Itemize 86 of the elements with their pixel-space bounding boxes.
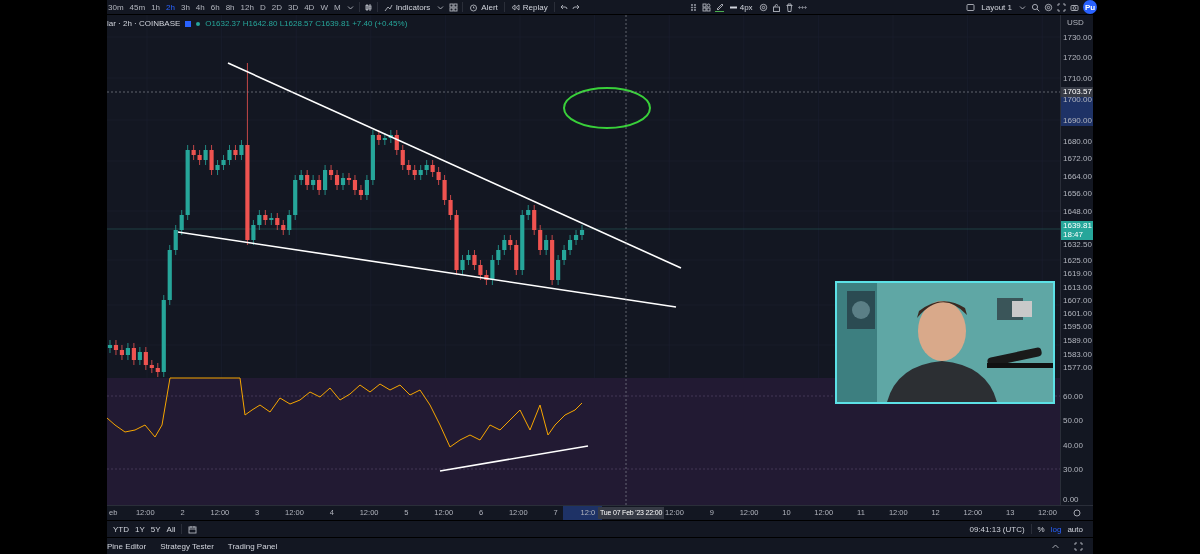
- redo-icon[interactable]: [571, 2, 581, 12]
- price-label: 1690.00: [1063, 115, 1092, 125]
- price-label: 40.00: [1063, 440, 1084, 450]
- indicators-button[interactable]: Indicators: [381, 2, 433, 12]
- interval-button[interactable]: 1h: [150, 2, 162, 12]
- interval-button[interactable]: 45m: [128, 2, 147, 12]
- status-dot-icon: [196, 21, 201, 26]
- avatar[interactable]: Pu: [1083, 0, 1097, 14]
- range-button[interactable]: YTD: [113, 524, 129, 534]
- fullscreen-icon[interactable]: [1057, 2, 1066, 12]
- interval-button[interactable]: D: [258, 2, 267, 12]
- price-label: 1583.00: [1063, 349, 1092, 359]
- panel-tab[interactable]: Strategy Tester: [160, 541, 214, 551]
- price-label: 1648.00: [1063, 206, 1092, 216]
- drag-handle-icon[interactable]: [688, 2, 698, 12]
- price-label: 1607.00: [1063, 295, 1092, 305]
- ohlc-values: O1632.37 H1642.80 L1628.57 C1639.81 +7.40 (+0.45%): [205, 19, 408, 28]
- currency-selector[interactable]: USD: [1067, 18, 1084, 27]
- trash-icon[interactable]: [784, 2, 794, 12]
- interval-button[interactable]: 4D: [303, 2, 316, 12]
- price-label: 1672.00: [1063, 153, 1092, 163]
- price-label: 60.00: [1063, 391, 1084, 401]
- line-width-button[interactable]: 4px: [727, 2, 755, 12]
- scale-mode-button[interactable]: log: [1050, 524, 1062, 534]
- interval-button[interactable]: 6h: [209, 2, 221, 12]
- interval-button[interactable]: W: [319, 2, 329, 12]
- rewind-icon: [510, 2, 520, 12]
- price-label: 1730.00: [1063, 32, 1092, 42]
- clock-icon: [469, 2, 479, 12]
- price-label: 1619.00: [1063, 268, 1092, 278]
- price-label: 1700.00: [1063, 94, 1092, 104]
- pencil-icon[interactable]: [714, 2, 724, 12]
- exchange-badge-icon: [185, 20, 192, 27]
- price-label: 30.00: [1063, 464, 1084, 474]
- camera-icon[interactable]: [1070, 2, 1079, 12]
- time-highlight: [563, 506, 602, 520]
- price-label: 1656.00: [1063, 188, 1092, 198]
- clock: 09:41:13 (UTC): [969, 524, 1025, 534]
- price-label: 1680.00: [1063, 136, 1092, 146]
- interval-button[interactable]: 30m: [107, 2, 125, 12]
- calendar-icon[interactable]: [188, 524, 198, 534]
- settings-icon[interactable]: [1073, 509, 1081, 517]
- price-label: 1577.00: [1063, 362, 1092, 372]
- lock-icon[interactable]: [771, 2, 781, 12]
- interval-button[interactable]: 8h: [224, 2, 236, 12]
- price-label: 1613.00: [1063, 282, 1092, 292]
- price-label: 1710.00: [1063, 73, 1092, 83]
- interval-button[interactable]: 2h: [165, 2, 176, 12]
- interval-button[interactable]: 3h: [179, 2, 191, 12]
- panel-tab[interactable]: Trading Panel: [227, 541, 278, 551]
- scale-mode-button[interactable]: auto: [1067, 524, 1083, 534]
- chart-line-icon: [383, 2, 393, 12]
- price-label: 1664.00: [1063, 171, 1092, 181]
- price-label: 1720.00: [1063, 52, 1092, 62]
- fullscreen-icon[interactable]: [1074, 541, 1083, 551]
- interval-button[interactable]: 12h: [239, 2, 255, 12]
- search-icon[interactable]: [1031, 2, 1040, 12]
- square-icon[interactable]: [966, 2, 976, 12]
- templates-icon[interactable]: [701, 2, 711, 12]
- candlestick-icon[interactable]: [363, 2, 373, 12]
- crosshair-price-label: 1703.57: [1061, 87, 1093, 97]
- last-price-label: 1639.81 18:47: [1061, 221, 1093, 240]
- layout-button[interactable]: Layout 1: [979, 2, 1014, 12]
- interval-button[interactable]: 4h: [194, 2, 206, 12]
- settings-icon[interactable]: [1044, 2, 1053, 12]
- price-label: 1589.00: [1063, 335, 1092, 345]
- settings-icon[interactable]: [758, 2, 768, 12]
- price-label: 1601.00: [1063, 308, 1092, 318]
- price-label: 50.00: [1063, 415, 1084, 425]
- replay-button[interactable]: Replay: [508, 2, 550, 12]
- interval-button[interactable]: 3D: [286, 2, 300, 12]
- grid-icon[interactable]: [449, 2, 459, 12]
- price-label: 1595.00: [1063, 321, 1092, 331]
- interval-button[interactable]: M: [332, 2, 342, 12]
- range-button[interactable]: 5Y: [150, 524, 161, 534]
- panel-tab[interactable]: Pine Editor: [107, 541, 147, 551]
- scale-mode-button[interactable]: %: [1037, 524, 1045, 534]
- price-label: 0.00: [1063, 494, 1079, 504]
- range-button[interactable]: 1Y: [135, 524, 145, 534]
- interval-button[interactable]: 2D: [270, 2, 283, 12]
- price-label: 1625.00: [1063, 255, 1092, 265]
- alert-button[interactable]: Alert: [467, 2, 500, 12]
- undo-icon[interactable]: [558, 2, 568, 12]
- range-button[interactable]: All: [166, 524, 176, 534]
- price-label: 1632.50: [1063, 239, 1092, 249]
- symbol-title: lar · 2h · COINBASE: [107, 19, 181, 28]
